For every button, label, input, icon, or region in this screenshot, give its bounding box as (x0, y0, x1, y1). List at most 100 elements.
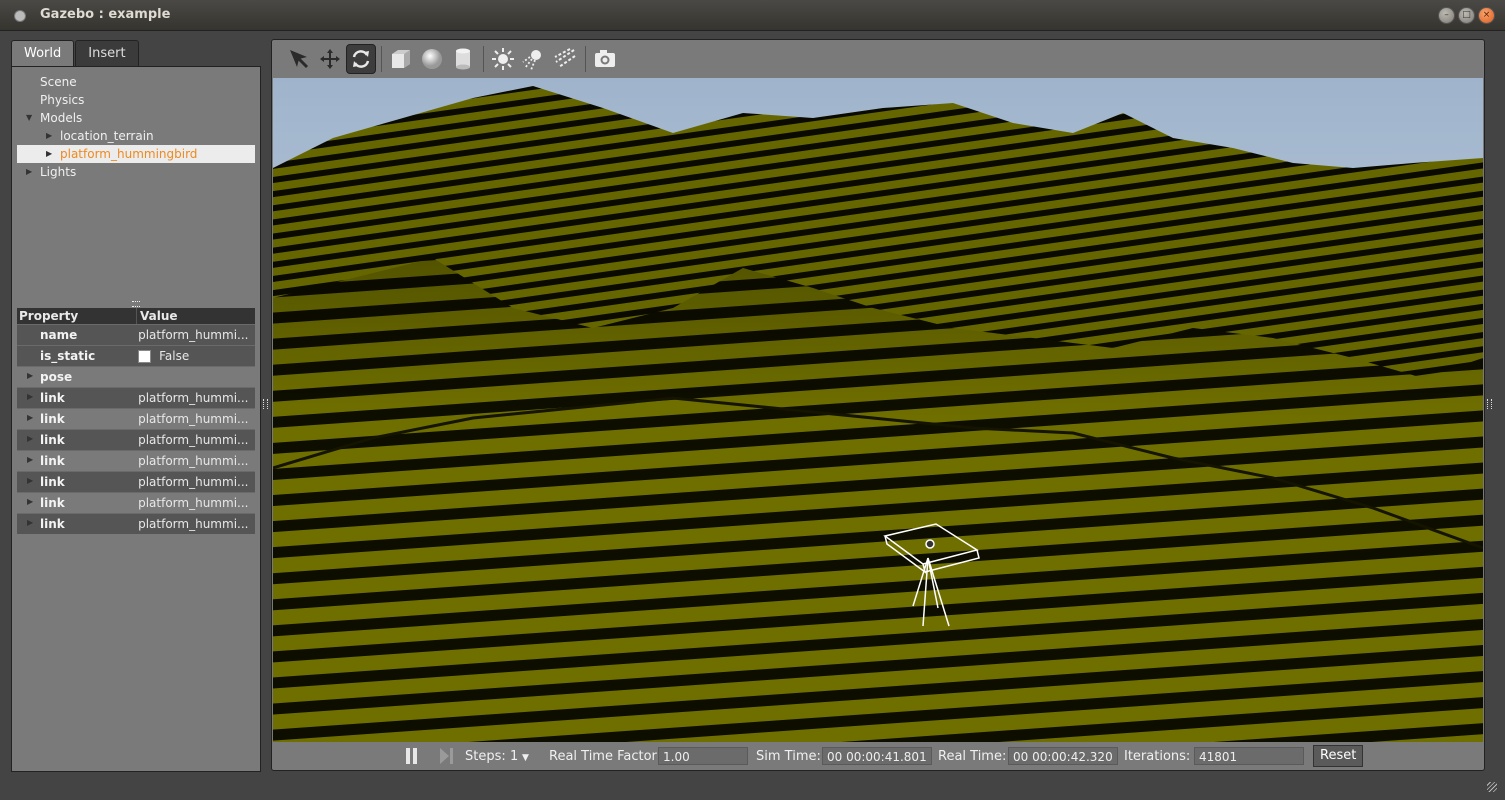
tree-item-physics[interactable]: Physics (12, 91, 260, 109)
render-frame: Steps: 1 ▼ Real Time Factor: 1.00 Sim Ti… (271, 39, 1485, 771)
property-name: name (40, 328, 78, 342)
spot-light-icon[interactable] (519, 44, 549, 74)
property-value: False (159, 349, 190, 363)
property-value: platform_hummi... (138, 496, 249, 510)
tree-item-label: Scene (40, 75, 77, 89)
tree-item-lights[interactable]: ▶ Lights (12, 163, 260, 181)
panel-splitter-handle[interactable] (132, 301, 140, 307)
3d-viewport[interactable] (273, 78, 1483, 742)
tree-item-label: Models (40, 111, 83, 125)
tree-item-scene[interactable]: Scene (12, 73, 260, 91)
property-name: link (40, 433, 65, 447)
is-static-checkbox[interactable] (138, 350, 152, 363)
pause-icon[interactable] (404, 747, 420, 769)
tree-item-label: platform_hummingbird (60, 147, 198, 161)
property-name: pose (40, 370, 73, 384)
property-name: is_static (40, 349, 96, 363)
tree-item-label: Physics (40, 93, 85, 107)
rotate-icon[interactable] (346, 44, 376, 74)
property-row-link[interactable]: ▶ link platform_hummi... (17, 492, 255, 513)
property-name: link (40, 412, 65, 426)
property-row-link[interactable]: ▶ link platform_hummi... (17, 450, 255, 471)
reset-button[interactable]: Reset (1313, 745, 1364, 767)
sim-time-field: 00 00:00:41.801 (822, 747, 932, 765)
toolbar-separator (585, 46, 586, 72)
window-title: Gazebo : example (40, 7, 171, 22)
property-row-name[interactable]: name platform_hummi... (17, 324, 255, 345)
property-name: link (40, 475, 65, 489)
select-arrow-icon[interactable] (284, 44, 314, 74)
property-row-link[interactable]: ▶ link platform_hummi... (17, 408, 255, 429)
property-value: platform_hummi... (138, 412, 249, 426)
value-column-header: Value (140, 309, 178, 323)
toolbar-separator (483, 46, 484, 72)
expand-right-arrow-icon[interactable]: ▶ (46, 127, 52, 145)
property-table-header: Property Value (17, 308, 255, 324)
property-row-link[interactable]: ▶ link platform_hummi... (17, 471, 255, 492)
iterations-label: Iterations: (1124, 748, 1191, 764)
main-window: World Insert Scene Physics ▼ Models ▶ lo… (0, 31, 1505, 800)
terrain-scene (273, 78, 1483, 742)
tree-item-location-terrain[interactable]: ▶ location_terrain (12, 127, 260, 145)
expand-right-arrow-icon[interactable]: ▶ (27, 455, 33, 464)
property-row-link[interactable]: ▶ link platform_hummi... (17, 387, 255, 408)
tree-item-platform-hummingbird[interactable]: ▶ platform_hummingbird (17, 145, 255, 163)
property-row-link[interactable]: ▶ link platform_hummi... (17, 513, 255, 534)
cylinder-icon[interactable] (448, 44, 478, 74)
property-name: link (40, 496, 65, 510)
expand-down-arrow-icon[interactable]: ▼ (26, 109, 32, 127)
left-panel-tabs: World Insert (11, 40, 140, 67)
toolbar (272, 40, 1484, 78)
tab-world[interactable]: World (11, 40, 75, 67)
expand-right-arrow-icon[interactable]: ▶ (27, 392, 33, 401)
close-button[interactable]: × (1478, 7, 1495, 24)
real-time-field: 00 00:00:42.320 (1008, 747, 1118, 765)
window-resize-grip[interactable] (1487, 782, 1497, 792)
real-time-factor-label: Real Time Factor: (549, 748, 662, 764)
property-column-header: Property (17, 308, 137, 324)
expand-right-arrow-icon[interactable]: ▶ (26, 163, 32, 181)
screenshot-camera-icon[interactable] (590, 44, 620, 74)
expand-right-arrow-icon[interactable]: ▶ (27, 476, 33, 485)
tree-item-models[interactable]: ▼ Models (12, 109, 260, 127)
point-light-icon[interactable] (488, 44, 518, 74)
minimize-button[interactable]: – (1438, 7, 1455, 24)
expand-right-arrow-icon[interactable]: ▶ (27, 434, 33, 443)
world-panel: Scene Physics ▼ Models ▶ location_terrai… (11, 66, 261, 772)
property-row-pose[interactable]: ▶ pose (17, 366, 255, 387)
property-value: platform_hummi... (138, 433, 249, 447)
expand-right-arrow-icon[interactable]: ▶ (27, 497, 33, 506)
property-row-is-static[interactable]: is_static False (17, 345, 255, 366)
property-row-link[interactable]: ▶ link platform_hummi... (17, 429, 255, 450)
simulation-bar: Steps: 1 ▼ Real Time Factor: 1.00 Sim Ti… (272, 742, 1484, 770)
expand-right-arrow-icon[interactable]: ▶ (27, 371, 33, 380)
property-value: platform_hummi... (138, 454, 249, 468)
translate-icon[interactable] (315, 44, 345, 74)
app-menu-icon[interactable] (14, 10, 26, 22)
box-icon[interactable] (386, 44, 416, 74)
property-name: link (40, 454, 65, 468)
steps-value[interactable]: 1 (510, 749, 518, 764)
real-time-label: Real Time: (938, 748, 1007, 764)
real-time-factor-field: 1.00 (658, 747, 748, 765)
window-controls: – □ × (1438, 7, 1495, 24)
tab-insert[interactable]: Insert (75, 40, 139, 67)
right-panel-collapse-handle[interactable] (1487, 399, 1492, 409)
left-panel-collapse-handle[interactable] (263, 399, 268, 409)
sphere-icon[interactable] (417, 44, 447, 74)
sim-time-label: Sim Time: (756, 748, 821, 764)
property-table: Property Value name platform_hummi... is… (17, 308, 255, 534)
tree-item-label: location_terrain (60, 129, 154, 143)
directional-light-icon[interactable] (550, 44, 580, 74)
expand-right-arrow-icon[interactable]: ▶ (46, 145, 52, 163)
iterations-field: 41801 (1194, 747, 1304, 765)
property-value[interactable]: platform_hummi... (134, 328, 255, 342)
maximize-button[interactable]: □ (1458, 7, 1475, 24)
step-icon[interactable] (438, 747, 456, 769)
world-tree: Scene Physics ▼ Models ▶ location_terrai… (12, 73, 260, 181)
expand-right-arrow-icon[interactable]: ▶ (27, 518, 33, 527)
property-value: platform_hummi... (138, 391, 249, 405)
expand-right-arrow-icon[interactable]: ▶ (27, 413, 33, 422)
chevron-down-icon[interactable]: ▼ (522, 753, 529, 763)
steps-label: Steps: (465, 748, 506, 764)
